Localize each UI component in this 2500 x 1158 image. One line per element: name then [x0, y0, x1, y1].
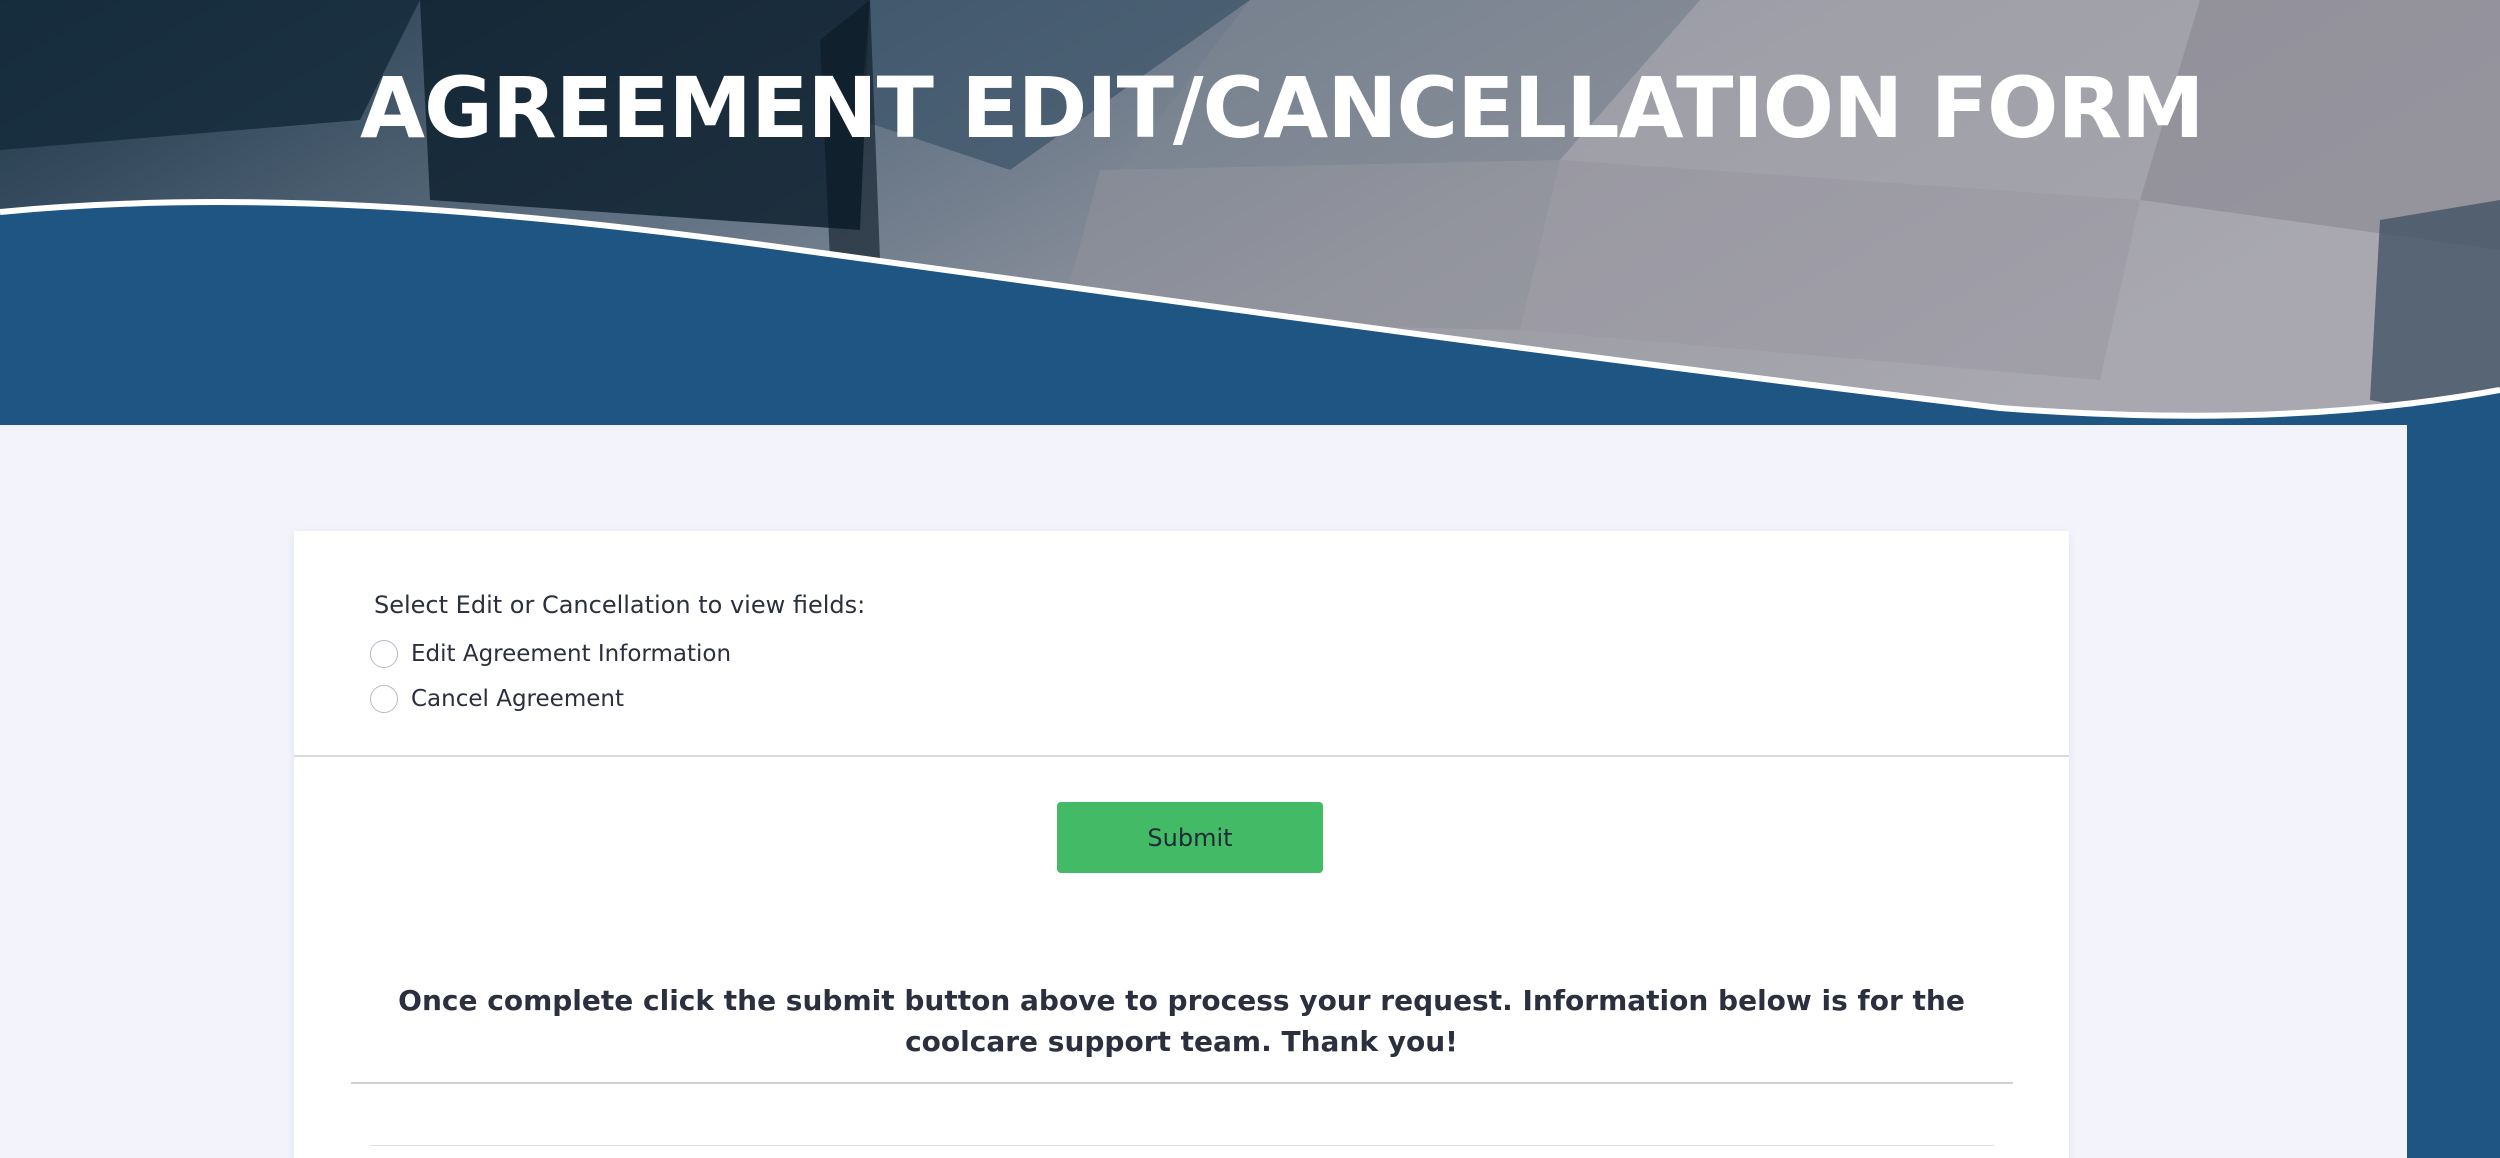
field-divider: [370, 1145, 1994, 1146]
radio-circle-icon[interactable]: [370, 685, 398, 713]
question-label: Select Edit or Cancellation to view fiel…: [374, 591, 866, 619]
radio-edit-agreement[interactable]: Edit Agreement Information: [370, 637, 731, 671]
notice-divider: [351, 1082, 2013, 1084]
section-divider: [294, 755, 2069, 757]
page-title: AGREEMENT EDIT/CANCELLATION FORM: [360, 59, 2205, 157]
radio-label[interactable]: Edit Agreement Information: [411, 641, 731, 667]
radio-cancel-agreement[interactable]: Cancel Agreement: [370, 682, 624, 716]
page-header: AGREEMENT EDIT/CANCELLATION FORM: [0, 0, 2500, 425]
radio-label[interactable]: Cancel Agreement: [411, 686, 624, 712]
form-card: Select Edit or Cancellation to view fiel…: [294, 531, 2069, 1158]
right-accent-strip: [2407, 425, 2500, 1158]
radio-circle-icon[interactable]: [370, 640, 398, 668]
notice-text: Once complete click the submit button ab…: [398, 984, 1965, 1058]
submit-button[interactable]: Submit: [1057, 802, 1323, 873]
